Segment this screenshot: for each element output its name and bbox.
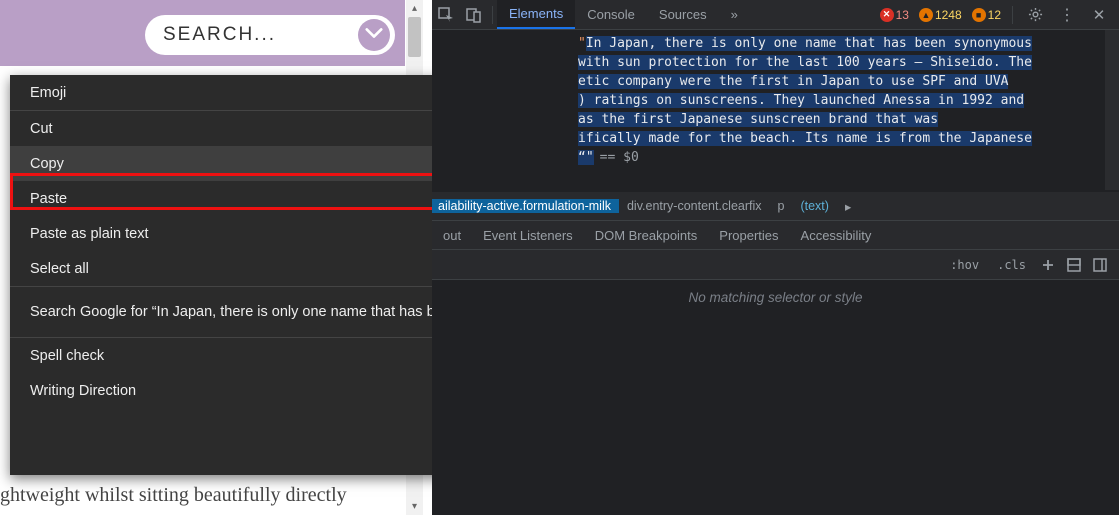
kebab-menu-icon[interactable]: ⋮ (1053, 1, 1081, 29)
menu-item-label: Paste as plain text (30, 226, 149, 242)
sidebar-tabs: out Event Listeners DOM Breakpoints Prop… (432, 220, 1119, 250)
tab-dom-breakpoints[interactable]: DOM Breakpoints (584, 228, 709, 243)
hov-toggle-button[interactable]: :hov (945, 256, 984, 274)
breadcrumb-item[interactable]: (text) (792, 199, 836, 213)
menu-item-label: Paste (30, 191, 67, 207)
new-style-rule-icon[interactable] (1039, 256, 1057, 274)
menu-item-label: Emoji (30, 85, 66, 101)
gear-icon[interactable] (1021, 1, 1049, 29)
menu-item-label: Select all (30, 261, 89, 277)
search-submit-button[interactable] (358, 19, 390, 51)
close-icon[interactable]: ✕ (1085, 1, 1113, 29)
scroll-up-arrow[interactable]: ▴ (406, 0, 423, 17)
tab-event-listeners[interactable]: Event Listeners (472, 228, 584, 243)
scroll-thumb[interactable] (408, 17, 421, 57)
menu-item-label: Search Google for “In Japan, there is on… (30, 304, 478, 320)
breadcrumb-scroll-right-icon[interactable]: ▸ (837, 199, 859, 214)
device-toggle-icon[interactable] (460, 1, 488, 29)
panel-layout-icon[interactable] (1091, 256, 1109, 274)
styles-toolbar: :hov .cls (432, 250, 1119, 280)
devtools-panel: Elements Console Sources » ✕13 ▲1248 ■12… (432, 0, 1119, 515)
breadcrumb-item[interactable]: div.entry-content.clearfix (619, 199, 770, 213)
menu-item-label: Writing Direction (30, 383, 136, 399)
search-box[interactable] (145, 15, 395, 55)
tab-sources[interactable]: Sources (647, 0, 719, 29)
elements-tree[interactable]: "In Japan, there is only one name that h… (432, 30, 1119, 190)
tab-console[interactable]: Console (575, 0, 647, 29)
tab-properties[interactable]: Properties (708, 228, 789, 243)
devtools-tabs: Elements Console Sources » (497, 0, 750, 29)
issues-count-badge[interactable]: ■12 (969, 8, 1004, 22)
devtools-toolbar: Elements Console Sources » ✕13 ▲1248 ■12… (432, 0, 1119, 30)
page-header (0, 0, 405, 66)
cls-toggle-button[interactable]: .cls (992, 256, 1031, 274)
breadcrumb-item[interactable]: ailability-active.formulation-milk (432, 199, 619, 213)
error-count-badge[interactable]: ✕13 (877, 8, 912, 22)
scroll-down-arrow[interactable]: ▾ (406, 498, 423, 515)
divider (1012, 6, 1013, 24)
computed-toggle-icon[interactable] (1065, 256, 1083, 274)
inspect-element-icon[interactable] (432, 1, 460, 29)
tab-accessibility[interactable]: Accessibility (790, 228, 883, 243)
tab-elements[interactable]: Elements (497, 0, 575, 29)
article-text-fragment: ghtweight whilst sitting beautifully dir… (0, 480, 415, 510)
menu-item-label: Cut (30, 121, 53, 137)
search-input[interactable] (163, 24, 343, 46)
divider (492, 6, 493, 24)
menu-item-label: Spell check (30, 348, 104, 364)
warning-count-badge[interactable]: ▲1248 (916, 8, 965, 22)
menu-item-label: Copy (30, 156, 64, 172)
chevron-down-icon (365, 26, 383, 44)
breadcrumb-item[interactable]: p (770, 199, 793, 213)
no-matching-selector-message: No matching selector or style (432, 290, 1119, 305)
elements-scrollbar[interactable] (1105, 30, 1119, 190)
tabs-overflow-icon[interactable]: » (719, 0, 750, 29)
tab-layout[interactable]: out (432, 228, 472, 243)
dom-breadcrumb[interactable]: ailability-active.formulation-milk div.e… (432, 192, 1119, 220)
